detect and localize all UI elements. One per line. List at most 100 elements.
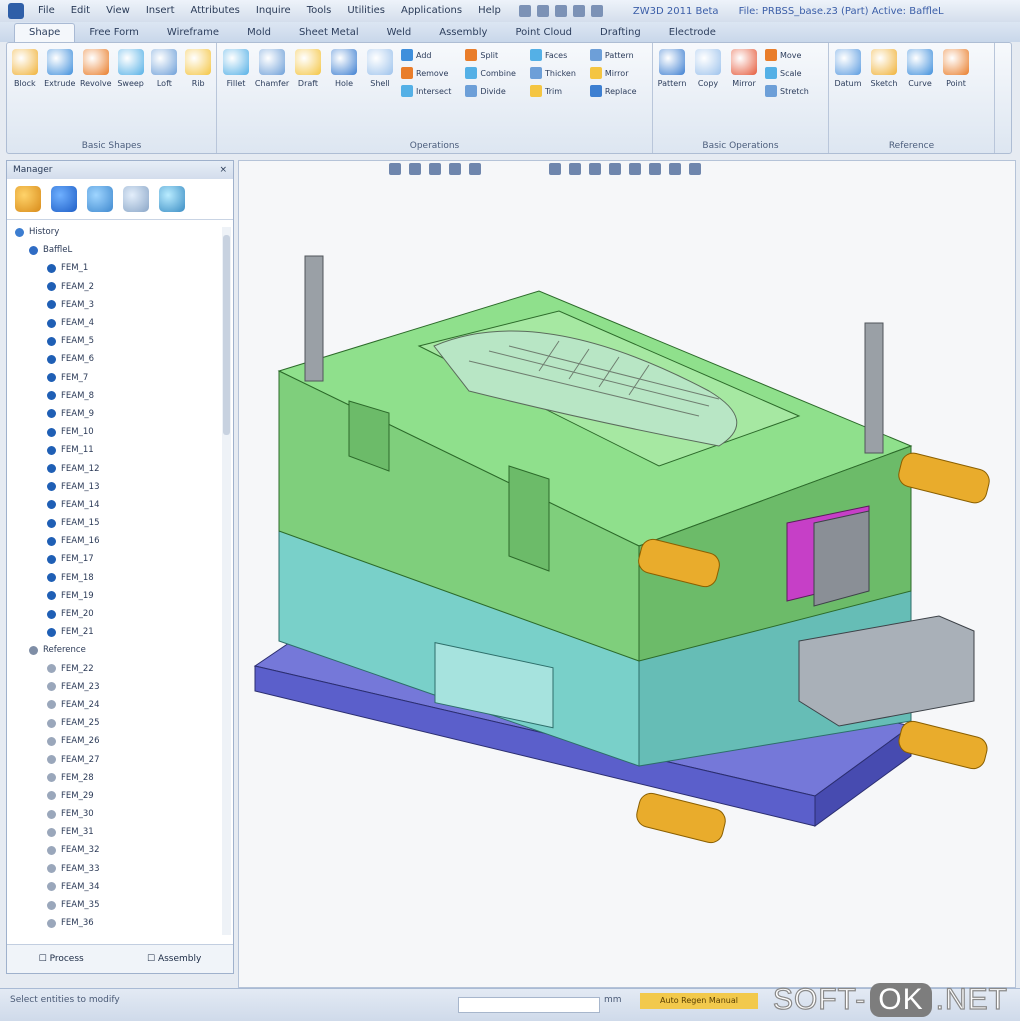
close-icon[interactable]: × <box>219 161 227 179</box>
regen-status-badge[interactable]: Auto Regen Manual <box>640 993 758 1009</box>
command-input[interactable] <box>458 997 600 1013</box>
sketch-button[interactable]: Sketch <box>869 49 899 88</box>
tree-item[interactable]: FEAM_34 <box>7 878 219 896</box>
extrude-button[interactable]: Extrude <box>44 49 75 88</box>
menu-utilities[interactable]: Utilities <box>339 0 393 22</box>
layer-icon[interactable] <box>123 186 149 212</box>
new-icon[interactable] <box>518 5 531 17</box>
tree-item[interactable]: FEM_10 <box>7 423 219 441</box>
tree-item[interactable]: FEAM_13 <box>7 478 219 496</box>
divide-button[interactable]: Divide <box>465 85 516 97</box>
chamfer-button[interactable]: Chamfer <box>255 49 289 97</box>
open-icon[interactable] <box>536 5 549 17</box>
block-button[interactable]: Block <box>11 49 39 88</box>
tree-item[interactable]: FEAM_23 <box>7 678 219 696</box>
tree-item[interactable]: FEM_1 <box>7 259 219 277</box>
tab-electrode[interactable]: Electrode <box>655 24 730 42</box>
tree-item[interactable]: BaffleL <box>7 241 219 259</box>
menu-insert[interactable]: Insert <box>138 0 183 22</box>
scroll-thumb[interactable] <box>223 235 230 435</box>
tab-sheet-metal[interactable]: Sheet Metal <box>285 24 373 42</box>
draft-button[interactable]: Draft <box>293 49 323 97</box>
pattern-button[interactable]: Pattern <box>589 49 637 61</box>
menu-applications[interactable]: Applications <box>393 0 470 22</box>
view-icon[interactable] <box>159 186 185 212</box>
tree-item[interactable]: FEAM_12 <box>7 459 219 477</box>
tree-item[interactable]: FEM_30 <box>7 805 219 823</box>
menu-file[interactable]: File <box>30 0 63 22</box>
tree-item[interactable]: FEAM_32 <box>7 841 219 859</box>
tree-item[interactable]: FEAM_35 <box>7 896 219 914</box>
thicken-button[interactable]: Thicken <box>529 67 576 79</box>
rib-button[interactable]: Rib <box>184 49 212 88</box>
replace-button[interactable]: Replace <box>589 85 637 97</box>
copy-button[interactable]: Copy <box>693 49 723 97</box>
tree-item[interactable]: FEM_19 <box>7 587 219 605</box>
tree-item[interactable]: FEAM_8 <box>7 387 219 405</box>
intersect-button[interactable]: Intersect <box>401 85 451 97</box>
scale-button[interactable]: Scale <box>765 67 809 79</box>
tab-weld[interactable]: Weld <box>373 24 426 42</box>
tree-item[interactable]: FEAM_6 <box>7 350 219 368</box>
datum-button[interactable]: Datum <box>833 49 863 88</box>
menu-edit[interactable]: Edit <box>63 0 98 22</box>
redo-icon[interactable] <box>590 5 603 17</box>
tree-item[interactable]: FEAM_24 <box>7 696 219 714</box>
tab-free-form[interactable]: Free Form <box>75 24 153 42</box>
combine-button[interactable]: Combine <box>465 67 516 79</box>
stretch-button[interactable]: Stretch <box>765 85 809 97</box>
tab-assembly[interactable]: Assembly <box>425 24 501 42</box>
save-icon[interactable] <box>554 5 567 17</box>
remove-button[interactable]: Remove <box>401 67 451 79</box>
3d-viewport[interactable] <box>238 160 1016 988</box>
faces-button[interactable]: Faces <box>529 49 576 61</box>
undo-icon[interactable] <box>572 5 585 17</box>
shell-button[interactable]: Shell <box>365 49 395 97</box>
part-icon[interactable] <box>87 186 113 212</box>
menu-help[interactable]: Help <box>470 0 509 22</box>
tree-scrollbar[interactable] <box>222 227 231 935</box>
tree-item[interactable]: FEAM_16 <box>7 532 219 550</box>
tree-item[interactable]: FEAM_3 <box>7 296 219 314</box>
tree-item[interactable]: Reference <box>7 641 219 659</box>
mirror-button[interactable]: Mirror <box>589 67 637 79</box>
menu-view[interactable]: View <box>98 0 138 22</box>
app-logo-icon[interactable] <box>8 3 24 19</box>
tree-item[interactable]: FEM_31 <box>7 823 219 841</box>
revolve-button[interactable]: Revolve <box>80 49 112 88</box>
menu-attributes[interactable]: Attributes <box>183 0 248 22</box>
tree-item[interactable]: FEM_11 <box>7 441 219 459</box>
tree-item[interactable]: FEM_18 <box>7 569 219 587</box>
tree-item[interactable]: FEAM_14 <box>7 496 219 514</box>
process-option[interactable]: ☐ Process <box>39 954 84 964</box>
tree-item[interactable]: FEM_21 <box>7 623 219 641</box>
tab-wireframe[interactable]: Wireframe <box>153 24 233 42</box>
tree-item[interactable]: FEAM_26 <box>7 732 219 750</box>
tab-mold[interactable]: Mold <box>233 24 285 42</box>
tree-item[interactable]: History <box>7 223 219 241</box>
tree-item[interactable]: FEM_22 <box>7 660 219 678</box>
tree-item[interactable]: FEM_17 <box>7 550 219 568</box>
tree-item[interactable]: FEAM_33 <box>7 860 219 878</box>
tree-item[interactable]: FEAM_9 <box>7 405 219 423</box>
history-icon[interactable] <box>15 186 41 212</box>
split-button[interactable]: Split <box>465 49 516 61</box>
tree-item[interactable]: FEAM_15 <box>7 514 219 532</box>
loft-button[interactable]: Loft <box>151 49 179 88</box>
mirror-button[interactable]: Mirror <box>729 49 759 97</box>
tree-item[interactable]: FEAM_27 <box>7 750 219 768</box>
tree-item[interactable]: FEM_20 <box>7 605 219 623</box>
assembly-icon[interactable] <box>51 186 77 212</box>
tree-item[interactable]: FEAM_4 <box>7 314 219 332</box>
mold-model[interactable] <box>239 161 1015 987</box>
add-button[interactable]: Add <box>401 49 451 61</box>
pattern-button[interactable]: Pattern <box>657 49 687 97</box>
tree-item[interactable]: FEM_28 <box>7 769 219 787</box>
fillet-button[interactable]: Fillet <box>221 49 251 97</box>
tab-shape[interactable]: Shape <box>14 23 76 42</box>
hole-button[interactable]: Hole <box>329 49 359 97</box>
trim-button[interactable]: Trim <box>529 85 576 97</box>
sweep-button[interactable]: Sweep <box>117 49 145 88</box>
tree-item[interactable]: FEAM_25 <box>7 714 219 732</box>
tree-item[interactable]: FEAM_2 <box>7 278 219 296</box>
